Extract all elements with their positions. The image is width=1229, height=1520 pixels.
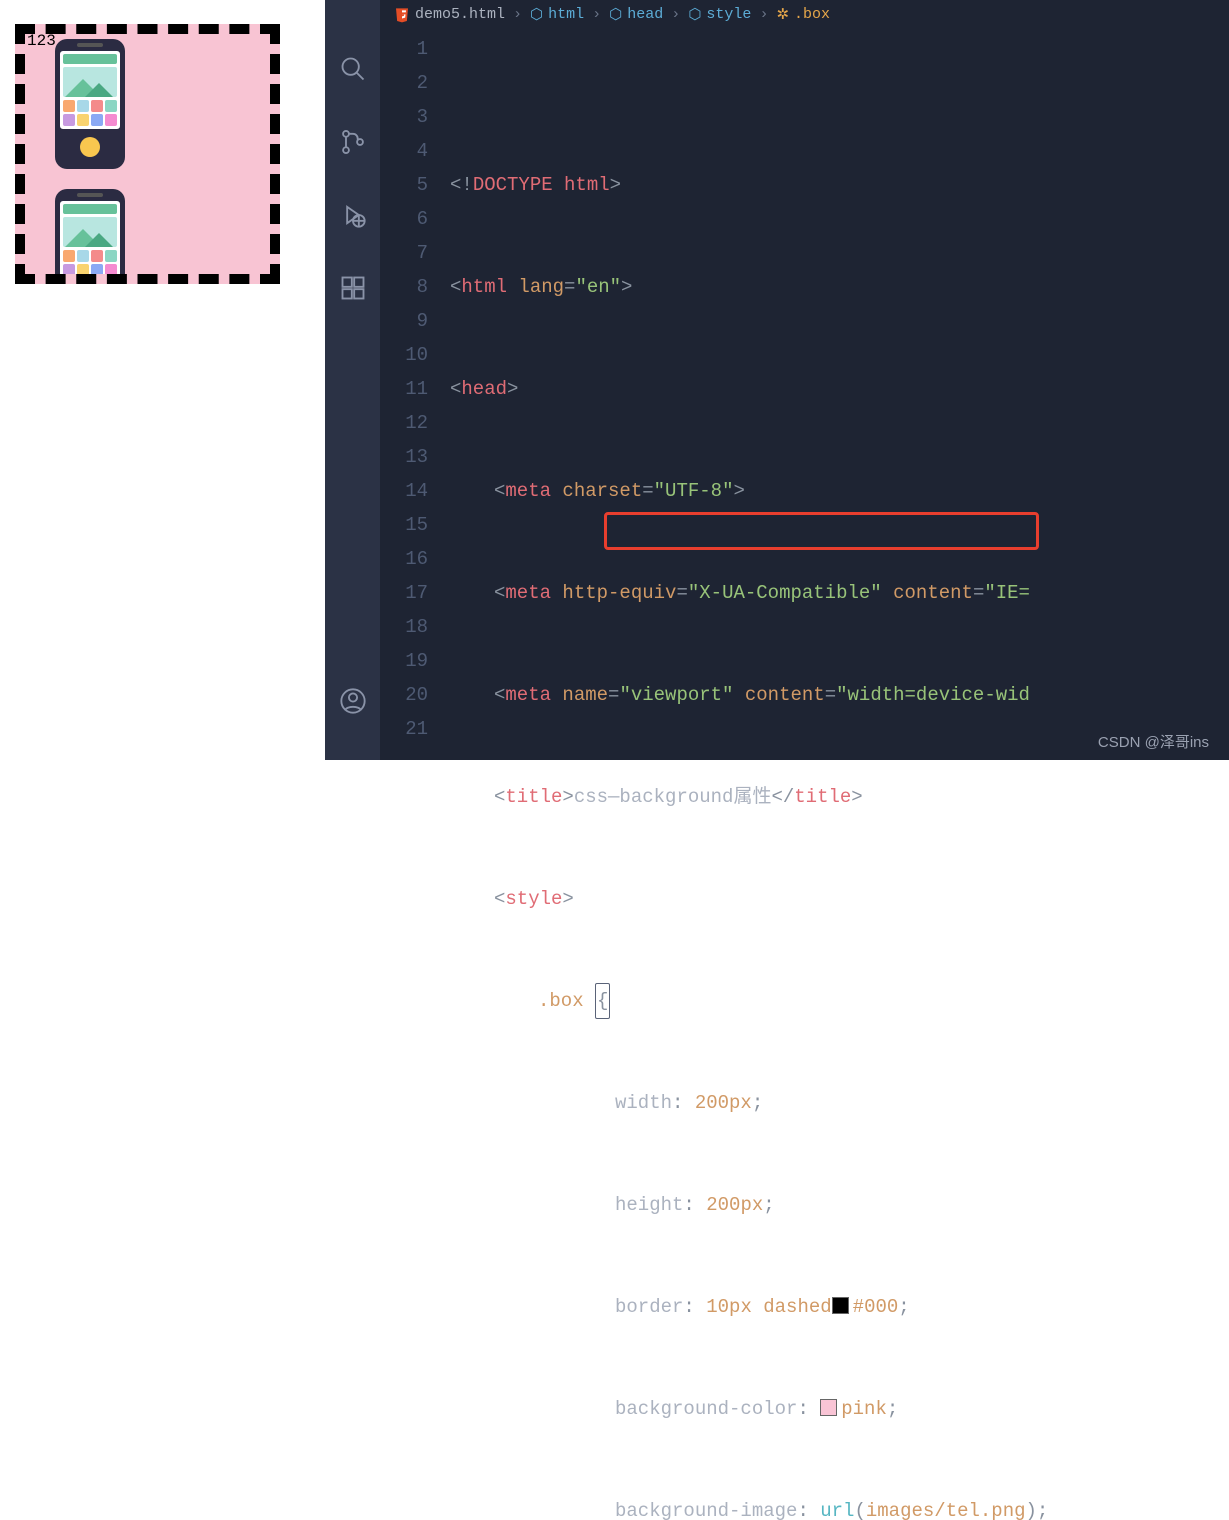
browser-preview: 123 (0, 0, 325, 760)
breadcrumb-item[interactable]: ✲ .box (776, 5, 830, 24)
code-content[interactable]: <!DOCTYPE html> <html lang="en"> <head> … (450, 32, 1229, 1520)
extensions-icon[interactable] (339, 274, 367, 307)
source-control-icon[interactable] (339, 128, 367, 161)
watermark: CSDN @泽哥ins (1098, 731, 1209, 752)
line-gutter: 123456789101112131415161718192021 (380, 32, 450, 1520)
phone-icon (50, 189, 130, 284)
color-swatch-icon (832, 1297, 849, 1314)
breadcrumb-file: demo5.html (415, 6, 505, 23)
breadcrumb-item[interactable]: ⬡ style (688, 5, 751, 24)
chevron-icon: › (513, 6, 522, 23)
phone-icon (50, 39, 130, 169)
chevron-icon: › (592, 6, 601, 23)
breadcrumb-item[interactable]: ⬡ html (530, 5, 584, 24)
breadcrumb-item[interactable]: ⬡ head (609, 5, 663, 24)
color-swatch-icon (820, 1399, 837, 1416)
demo-box: 123 (15, 24, 280, 284)
search-icon[interactable] (339, 55, 367, 88)
debug-icon[interactable] (339, 201, 367, 234)
code-editor: demo5.html › ⬡ html › ⬡ head › ⬡ style ›… (325, 0, 1229, 760)
chevron-icon: › (671, 6, 680, 23)
account-icon[interactable] (339, 687, 367, 720)
activity-bar (325, 0, 380, 760)
html-file-icon (394, 7, 410, 23)
code-area[interactable]: 123456789101112131415161718192021 <!DOCT… (380, 24, 1229, 1520)
highlight-box (604, 512, 1039, 550)
chevron-icon: › (759, 6, 768, 23)
breadcrumb[interactable]: demo5.html › ⬡ html › ⬡ head › ⬡ style ›… (380, 0, 1229, 24)
